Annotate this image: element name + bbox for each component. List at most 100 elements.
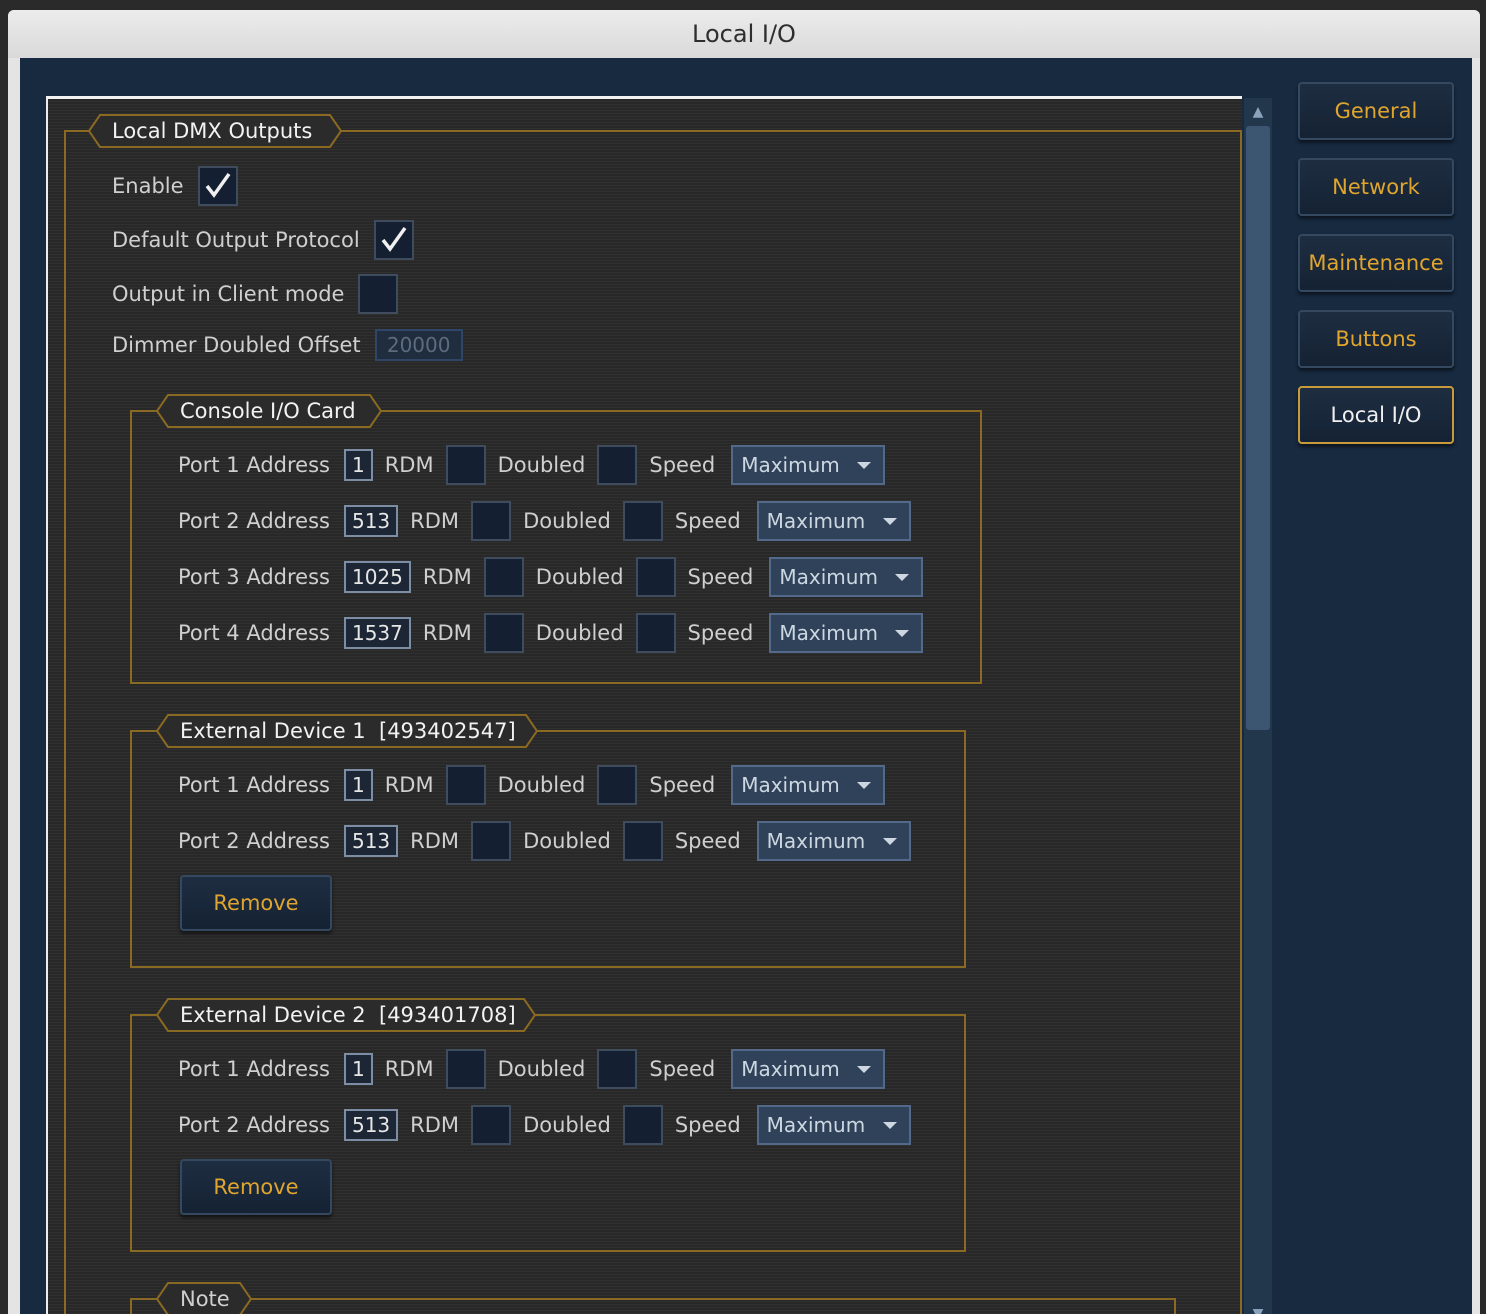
enable-label: Enable [112,174,184,198]
rdm-label: RDM [410,829,460,853]
port-row: Port 1 Address 1 RDM Doubled Speed Maxim… [178,1049,886,1089]
doubled-label: Doubled [497,1057,586,1081]
speed-select[interactable]: Maximum [769,557,924,597]
speed-value: Maximum [766,509,866,533]
chevron-down-icon [857,781,872,789]
speed-value: Maximum [779,565,878,589]
vertical-scrollbar[interactable]: ▲ ▼ [1244,98,1272,1314]
external-device-2-title: External Device 2 [493401708] [180,1003,516,1027]
speed-select[interactable]: Maximum [756,1105,911,1145]
speed-select[interactable]: Maximum [769,613,924,653]
rdm-checkbox[interactable] [445,1049,486,1089]
rdm-checkbox[interactable] [445,445,486,485]
speed-select[interactable]: Maximum [731,1049,886,1089]
rdm-checkbox[interactable] [471,1105,512,1145]
doubled-label: Doubled [497,453,586,477]
external-device-2-legend: External Device 2 [493401708] [156,998,536,1032]
speed-select[interactable]: Maximum [731,445,886,485]
doubled-checkbox[interactable] [622,1105,663,1145]
chevron-down-icon [895,573,910,581]
chevron-down-icon [882,1121,897,1129]
rdm-checkbox[interactable] [445,765,486,805]
app-body: Local DMX Outputs Enable Default Output … [20,58,1472,1314]
port-row: Port 4 Address 1537 RDM Doubled Speed Ma… [178,613,924,653]
app-window: Local I/O Local DMX Outputs Enable Defau… [8,10,1480,1314]
client-mode-row: Output in Client mode [112,274,399,314]
speed-select[interactable]: Maximum [731,765,886,805]
nav-general-button[interactable]: General [1298,82,1454,140]
speed-label: Speed [674,829,741,853]
speed-value: Maximum [766,1113,866,1137]
window-title: Local I/O [692,20,796,48]
port-label: Port 1 Address [178,773,330,797]
rdm-checkbox[interactable] [483,557,524,597]
remove-device-2-button[interactable]: Remove [180,1159,332,1215]
chevron-down-icon [857,1065,872,1073]
rdm-label: RDM [384,453,434,477]
port-label: Port 3 Address [178,565,330,589]
default-protocol-label: Default Output Protocol [112,228,360,252]
default-protocol-checkbox[interactable] [373,220,414,260]
nav-local-io-button[interactable]: Local I/O [1298,386,1454,444]
port-address-input[interactable]: 513 [343,825,399,857]
remove-device-1-button[interactable]: Remove [180,875,332,931]
port-address-input[interactable]: 1025 [343,561,411,593]
doubled-checkbox[interactable] [635,613,676,653]
port-address-input[interactable]: 513 [343,505,399,537]
nav-network-button[interactable]: Network [1298,158,1454,216]
note-group [130,1298,1176,1314]
port-row: Port 2 Address 513 RDM Doubled Speed Max… [178,501,911,541]
nav-buttons-button[interactable]: Buttons [1298,310,1454,368]
rdm-checkbox[interactable] [483,613,524,653]
chevron-down-icon [882,517,897,525]
speed-label: Speed [674,509,741,533]
port-address-input[interactable]: 513 [343,1109,399,1141]
rdm-checkbox[interactable] [471,501,512,541]
client-mode-label: Output in Client mode [112,282,345,306]
doubled-checkbox[interactable] [597,445,638,485]
speed-value: Maximum [741,773,840,797]
port-row: Port 1 Address 1 RDM Doubled Speed Maxim… [178,445,886,485]
window-titlebar[interactable]: Local I/O [8,10,1480,58]
enable-checkbox[interactable] [197,166,238,206]
dimmer-offset-row: Dimmer Doubled Offset 20000 [112,325,463,365]
speed-value: Maximum [741,453,840,477]
port-address-input[interactable]: 1 [343,449,373,481]
port-label: Port 2 Address [178,1113,330,1137]
port-address-input[interactable]: 1537 [343,617,411,649]
speed-select[interactable]: Maximum [756,501,911,541]
port-address-input[interactable]: 1 [343,1053,373,1085]
settings-panel: Local DMX Outputs Enable Default Output … [46,96,1242,1314]
port-label: Port 1 Address [178,1057,330,1081]
local-dmx-outputs-legend: Local DMX Outputs [88,114,342,148]
scroll-down-icon[interactable]: ▼ [1246,1302,1270,1314]
doubled-checkbox[interactable] [635,557,676,597]
rdm-label: RDM [422,565,472,589]
client-mode-checkbox[interactable] [358,274,399,314]
doubled-checkbox[interactable] [622,501,663,541]
speed-label: Speed [687,565,754,589]
rdm-label: RDM [384,773,434,797]
doubled-checkbox[interactable] [597,1049,638,1089]
nav-maintenance-button[interactable]: Maintenance [1298,234,1454,292]
rdm-checkbox[interactable] [471,821,512,861]
console-io-card-legend: Console I/O Card [156,394,382,428]
rdm-label: RDM [384,1057,434,1081]
dimmer-offset-label: Dimmer Doubled Offset [112,333,361,357]
scroll-thumb[interactable] [1246,126,1270,730]
port-label: Port 1 Address [178,453,330,477]
dimmer-offset-input[interactable]: 20000 [374,329,463,361]
chevron-down-icon [857,461,872,469]
port-row: Port 3 Address 1025 RDM Doubled Speed Ma… [178,557,924,597]
checkmark-icon [205,172,230,198]
local-dmx-outputs-title: Local DMX Outputs [112,119,313,143]
port-address-input[interactable]: 1 [343,769,373,801]
scroll-up-icon[interactable]: ▲ [1246,100,1270,124]
checkmark-icon [381,226,407,252]
doubled-checkbox[interactable] [622,821,663,861]
speed-select[interactable]: Maximum [756,821,911,861]
doubled-checkbox[interactable] [597,765,638,805]
port-label: Port 2 Address [178,829,330,853]
speed-label: Speed [649,1057,716,1081]
rdm-label: RDM [410,509,460,533]
